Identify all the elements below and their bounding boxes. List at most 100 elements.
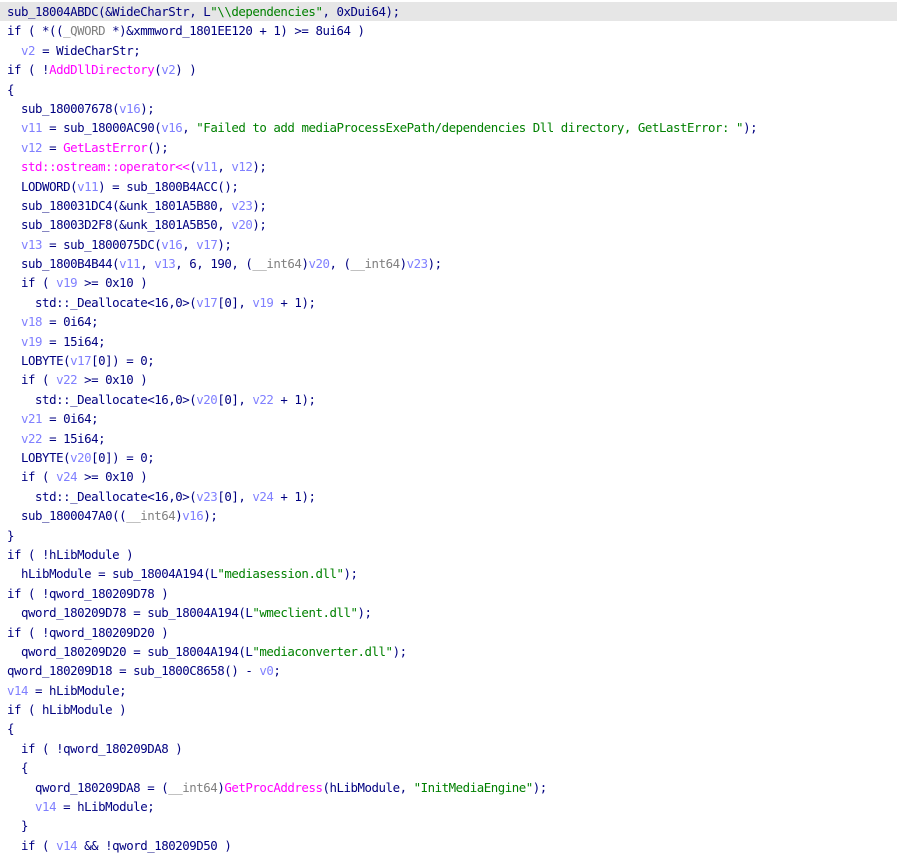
code-token-var[interactable]: v19 [56,275,77,290]
code-line[interactable]: if ( v22 >= 0x10 ) [0,370,897,389]
code-line-current[interactable]: sub_18004ABDC(&WideCharStr, L"\\dependen… [0,2,897,22]
code-token-var[interactable]: v11 [21,120,42,135]
code-token-var[interactable]: v23 [196,489,217,504]
code-token-var[interactable]: v16 [161,120,182,135]
code-token-var[interactable]: v17 [196,295,217,310]
code-token-var[interactable]: v22 [252,392,273,407]
code-line[interactable]: LODWORD(v11) = sub_1800B4ACC(); [0,177,897,196]
code-token-var[interactable]: v12 [231,159,252,174]
code-line[interactable]: LOBYTE(v17[0]) = 0; [0,351,897,370]
code-token-var[interactable]: v16 [161,237,182,252]
code-token-var[interactable]: v21 [21,411,42,426]
code-token-plain: , 0xDui64); [322,4,400,19]
code-line[interactable]: { [0,719,897,738]
code-line[interactable]: if ( !qword_180209D20 ) [0,623,897,642]
code-token-func[interactable]: AddDllDirectory [49,62,155,77]
code-token-var[interactable]: v24 [252,489,273,504]
code-token-var[interactable]: v20 [70,450,91,465]
code-token-var[interactable]: v19 [252,295,273,310]
code-line[interactable]: if ( !hLibModule ) [0,545,897,564]
code-token-plain: , [182,236,197,252]
code-token-var[interactable]: v14 [35,799,56,814]
code-line[interactable]: LOBYTE(v20[0]) = 0; [0,448,897,467]
code-line[interactable]: if ( v14 && !qword_180209D50 ) [0,836,897,855]
code-line[interactable]: } [0,526,897,545]
code-line[interactable]: sub_180007678(v16); [0,99,897,118]
code-token-var[interactable]: v11 [77,179,98,194]
code-token-plain: + 1); [273,391,316,407]
code-token-plain: [0]) = 0; [91,353,155,369]
code-line[interactable]: { [0,758,897,777]
code-line[interactable]: std::_Deallocate<16,0>(v23[0], v24 + 1); [0,487,897,506]
code-token-plain: sub_180031DC4(&unk_1801A5B80, [21,197,232,213]
code-token-var[interactable]: v13 [154,256,175,271]
code-line[interactable]: v11 = sub_18000AC90(v16, "Failed to add … [0,118,897,137]
code-line[interactable]: v22 = 15i64; [0,429,897,448]
code-token-plain: [0], [217,294,253,310]
code-line[interactable]: sub_18003D2F8(&unk_1801A5B50, v20); [0,215,897,234]
code-token-plain: ) = sub_1800B4ACC(); [98,178,239,194]
code-token-var[interactable]: v23 [231,198,252,213]
code-token-var[interactable]: v12 [21,140,42,155]
code-line[interactable]: v2 = WideCharStr; [0,41,897,60]
code-line[interactable]: v14 = hLibModule; [0,681,897,700]
code-token-plain: LODWORD( [21,178,78,194]
code-token-var[interactable]: v24 [56,469,77,484]
code-line[interactable]: qword_180209D20 = sub_18004A194(L"mediac… [0,642,897,661]
code-token-func[interactable]: std::ostream::operator<< [21,159,190,174]
code-token-var[interactable]: v22 [21,431,42,446]
code-line[interactable]: v14 = hLibModule; [0,797,897,816]
code-token-var[interactable]: v20 [231,217,252,232]
code-token-plain: = [42,139,64,155]
code-token-var[interactable]: v20 [196,392,217,407]
code-line[interactable]: if ( !qword_180209DA8 ) [0,739,897,758]
code-token-var[interactable]: v2 [161,62,175,77]
code-line[interactable]: v12 = GetLastError(); [0,138,897,157]
code-token-var[interactable]: v23 [407,256,428,271]
code-token-var[interactable]: v17 [196,237,217,252]
code-line[interactable]: sub_1800047A0((__int64)v16); [0,506,897,525]
code-token-var[interactable]: v14 [7,683,28,698]
code-token-plain: ); [743,120,758,136]
code-line[interactable]: qword_180209DA8 = (__int64)GetProcAddres… [0,778,897,797]
code-token-var[interactable]: v0 [259,663,273,678]
code-token-var[interactable]: v22 [56,372,77,387]
code-token-func[interactable]: GetLastError [63,140,148,155]
code-token-var[interactable]: v16 [182,508,203,523]
code-line[interactable]: } [0,816,897,835]
code-token-var[interactable]: v20 [308,256,329,271]
code-token-var[interactable]: v16 [119,101,140,116]
code-line[interactable]: if ( v19 >= 0x10 ) [0,273,897,292]
code-line[interactable]: { [0,80,897,99]
code-line[interactable]: std::ostream::operator<<(v11, v12); [0,157,897,176]
code-line[interactable]: qword_180209D18 = sub_1800C8658() - v0; [0,661,897,680]
code-token-plain: if ( [21,275,57,291]
code-line[interactable]: sub_1800B4B44(v11, v13, 6, 190, (__int64… [0,254,897,273]
code-line[interactable]: v19 = 15i64; [0,332,897,351]
code-token-var[interactable]: v17 [70,353,91,368]
code-line[interactable]: if ( v24 >= 0x10 ) [0,467,897,486]
code-line[interactable]: v21 = 0i64; [0,409,897,428]
code-line[interactable]: if ( !AddDllDirectory(v2) ) [0,60,897,79]
code-token-var[interactable]: v2 [21,43,35,58]
code-line[interactable]: sub_180031DC4(&unk_1801A5B80, v23); [0,196,897,215]
code-line[interactable]: if ( *((_QWORD *)&xmmword_1801EE120 + 1)… [0,21,897,40]
code-token-var[interactable]: v13 [21,237,42,252]
code-line[interactable]: v13 = sub_1800075DC(v16, v17); [0,235,897,254]
code-token-var[interactable]: v18 [21,314,42,329]
code-line[interactable]: std::_Deallocate<16,0>(v20[0], v22 + 1); [0,390,897,409]
code-line[interactable]: qword_180209D78 = sub_18004A194(L"wmecli… [0,603,897,622]
decompiler-code-view[interactable]: sub_18004ABDC(&WideCharStr, L"\\dependen… [0,0,897,853]
code-line[interactable]: std::_Deallocate<16,0>(v17[0], v19 + 1); [0,293,897,312]
code-line[interactable]: v18 = 0i64; [0,312,897,331]
code-line[interactable]: if ( hLibModule ) [0,700,897,719]
code-line[interactable]: if ( !qword_180209D78 ) [0,584,897,603]
code-token-var[interactable]: v11 [119,256,140,271]
code-token-plain: = 0i64; [42,314,99,330]
code-token-plain: if ( ! [7,62,50,78]
code-token-var[interactable]: v14 [56,838,77,853]
code-token-var[interactable]: v19 [21,334,42,349]
code-token-var[interactable]: v11 [196,159,217,174]
code-line[interactable]: hLibModule = sub_18004A194(L"mediasessio… [0,564,897,583]
